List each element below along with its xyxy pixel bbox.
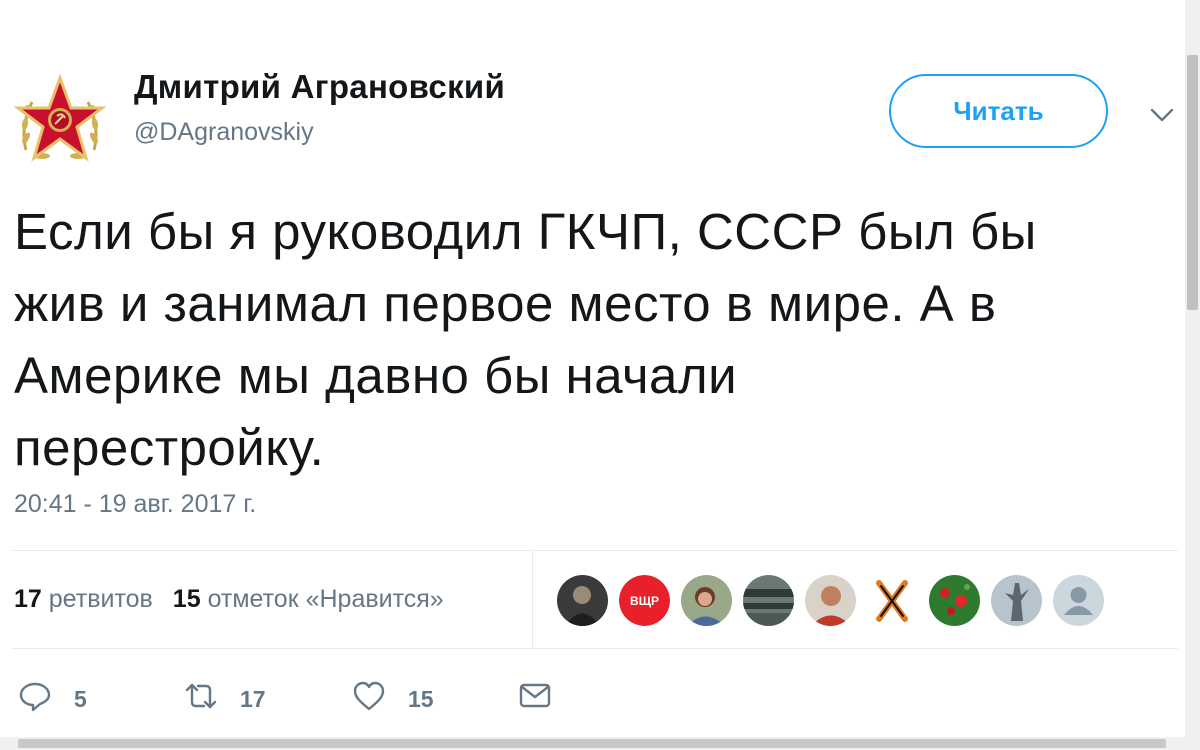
like-count: 15 — [408, 686, 434, 712]
horizontal-scroll-thumb[interactable] — [18, 739, 1166, 748]
tweet-timestamp[interactable]: 20:41 - 19 авг. 2017 г. — [14, 490, 256, 519]
liker-avatar[interactable] — [1053, 575, 1104, 626]
liker-avatar-text: ВЩР — [630, 594, 659, 608]
likes-stat-label: отметок «Нравится» — [207, 585, 444, 613]
envelope-icon — [519, 683, 551, 708]
retweets-stat-label: ретвитов — [48, 585, 153, 613]
retweet-action[interactable]: 17 — [184, 678, 266, 713]
author-avatar[interactable] — [12, 72, 108, 168]
st-george-ribbon-icon — [867, 575, 918, 626]
landscape-photo-icon — [743, 575, 794, 626]
likes-stat[interactable]: 15 отметок «Нравится» — [173, 585, 444, 613]
retweet-count: 17 — [240, 686, 266, 712]
liker-avatar[interactable] — [867, 575, 918, 626]
liker-avatar[interactable] — [991, 575, 1042, 626]
author-handle[interactable]: @DAgranovskiy — [134, 118, 314, 147]
vshchr-logo-icon: ВЩР — [619, 575, 670, 626]
vertical-scrollbar[interactable] — [1185, 0, 1200, 750]
liker-avatar[interactable] — [681, 575, 732, 626]
person-photo-icon — [805, 575, 856, 626]
like-action[interactable]: 15 — [352, 678, 434, 713]
follow-button[interactable]: Читать — [889, 74, 1108, 148]
liker-avatar[interactable] — [929, 575, 980, 626]
retweets-stat[interactable]: 17 ретвитов — [14, 585, 153, 613]
retweets-stat-count: 17 — [14, 585, 42, 613]
tweet-text-line: перестройку. — [14, 419, 325, 476]
reply-count: 5 — [74, 686, 87, 712]
stats-divider — [532, 551, 533, 648]
divider — [12, 550, 1178, 551]
likes-stat-count: 15 — [172, 585, 201, 613]
direct-message-action[interactable] — [518, 678, 552, 712]
monument-photo-icon — [991, 575, 1042, 626]
horizontal-scrollbar[interactable] — [0, 737, 1185, 750]
liker-avatar[interactable] — [743, 575, 794, 626]
tweet-stats: 17 ретвитов 15 отметок «Нравится» — [14, 585, 444, 614]
tweet-text: Если бы я руководил ГКЧП, СССР был бы жи… — [14, 196, 1164, 484]
liker-avatar[interactable] — [805, 575, 856, 626]
soviet-star-emblem-icon — [13, 73, 107, 162]
retweet-icon — [185, 683, 217, 708]
more-options-caret[interactable] — [1147, 100, 1177, 130]
tweet-text-line: жив и занимал первое место в мире. А в — [14, 275, 997, 332]
default-user-icon — [1053, 575, 1104, 626]
liker-avatar[interactable] — [557, 575, 608, 626]
reply-action[interactable]: 5 — [18, 678, 87, 713]
vertical-scroll-thumb[interactable] — [1187, 55, 1198, 310]
liker-avatars: ВЩР — [557, 575, 1104, 626]
liker-avatar[interactable]: ВЩР — [619, 575, 670, 626]
person-photo-icon — [681, 575, 732, 626]
tweet-text-line: Если бы я руководил ГКЧП, СССР был бы — [14, 203, 1037, 260]
flowers-photo-icon — [929, 575, 980, 626]
author-name[interactable]: Дмитрий Аграновский — [134, 68, 505, 106]
heart-icon — [353, 681, 385, 710]
reply-icon — [19, 682, 51, 711]
person-photo-icon — [557, 575, 608, 626]
divider — [12, 648, 1178, 649]
chevron-down-icon — [1150, 108, 1174, 122]
tweet-card: Дмитрий Аграновский @DAgranovskiy Читать… — [0, 0, 1185, 750]
tweet-text-line: Америке мы давно бы начали — [14, 347, 738, 404]
